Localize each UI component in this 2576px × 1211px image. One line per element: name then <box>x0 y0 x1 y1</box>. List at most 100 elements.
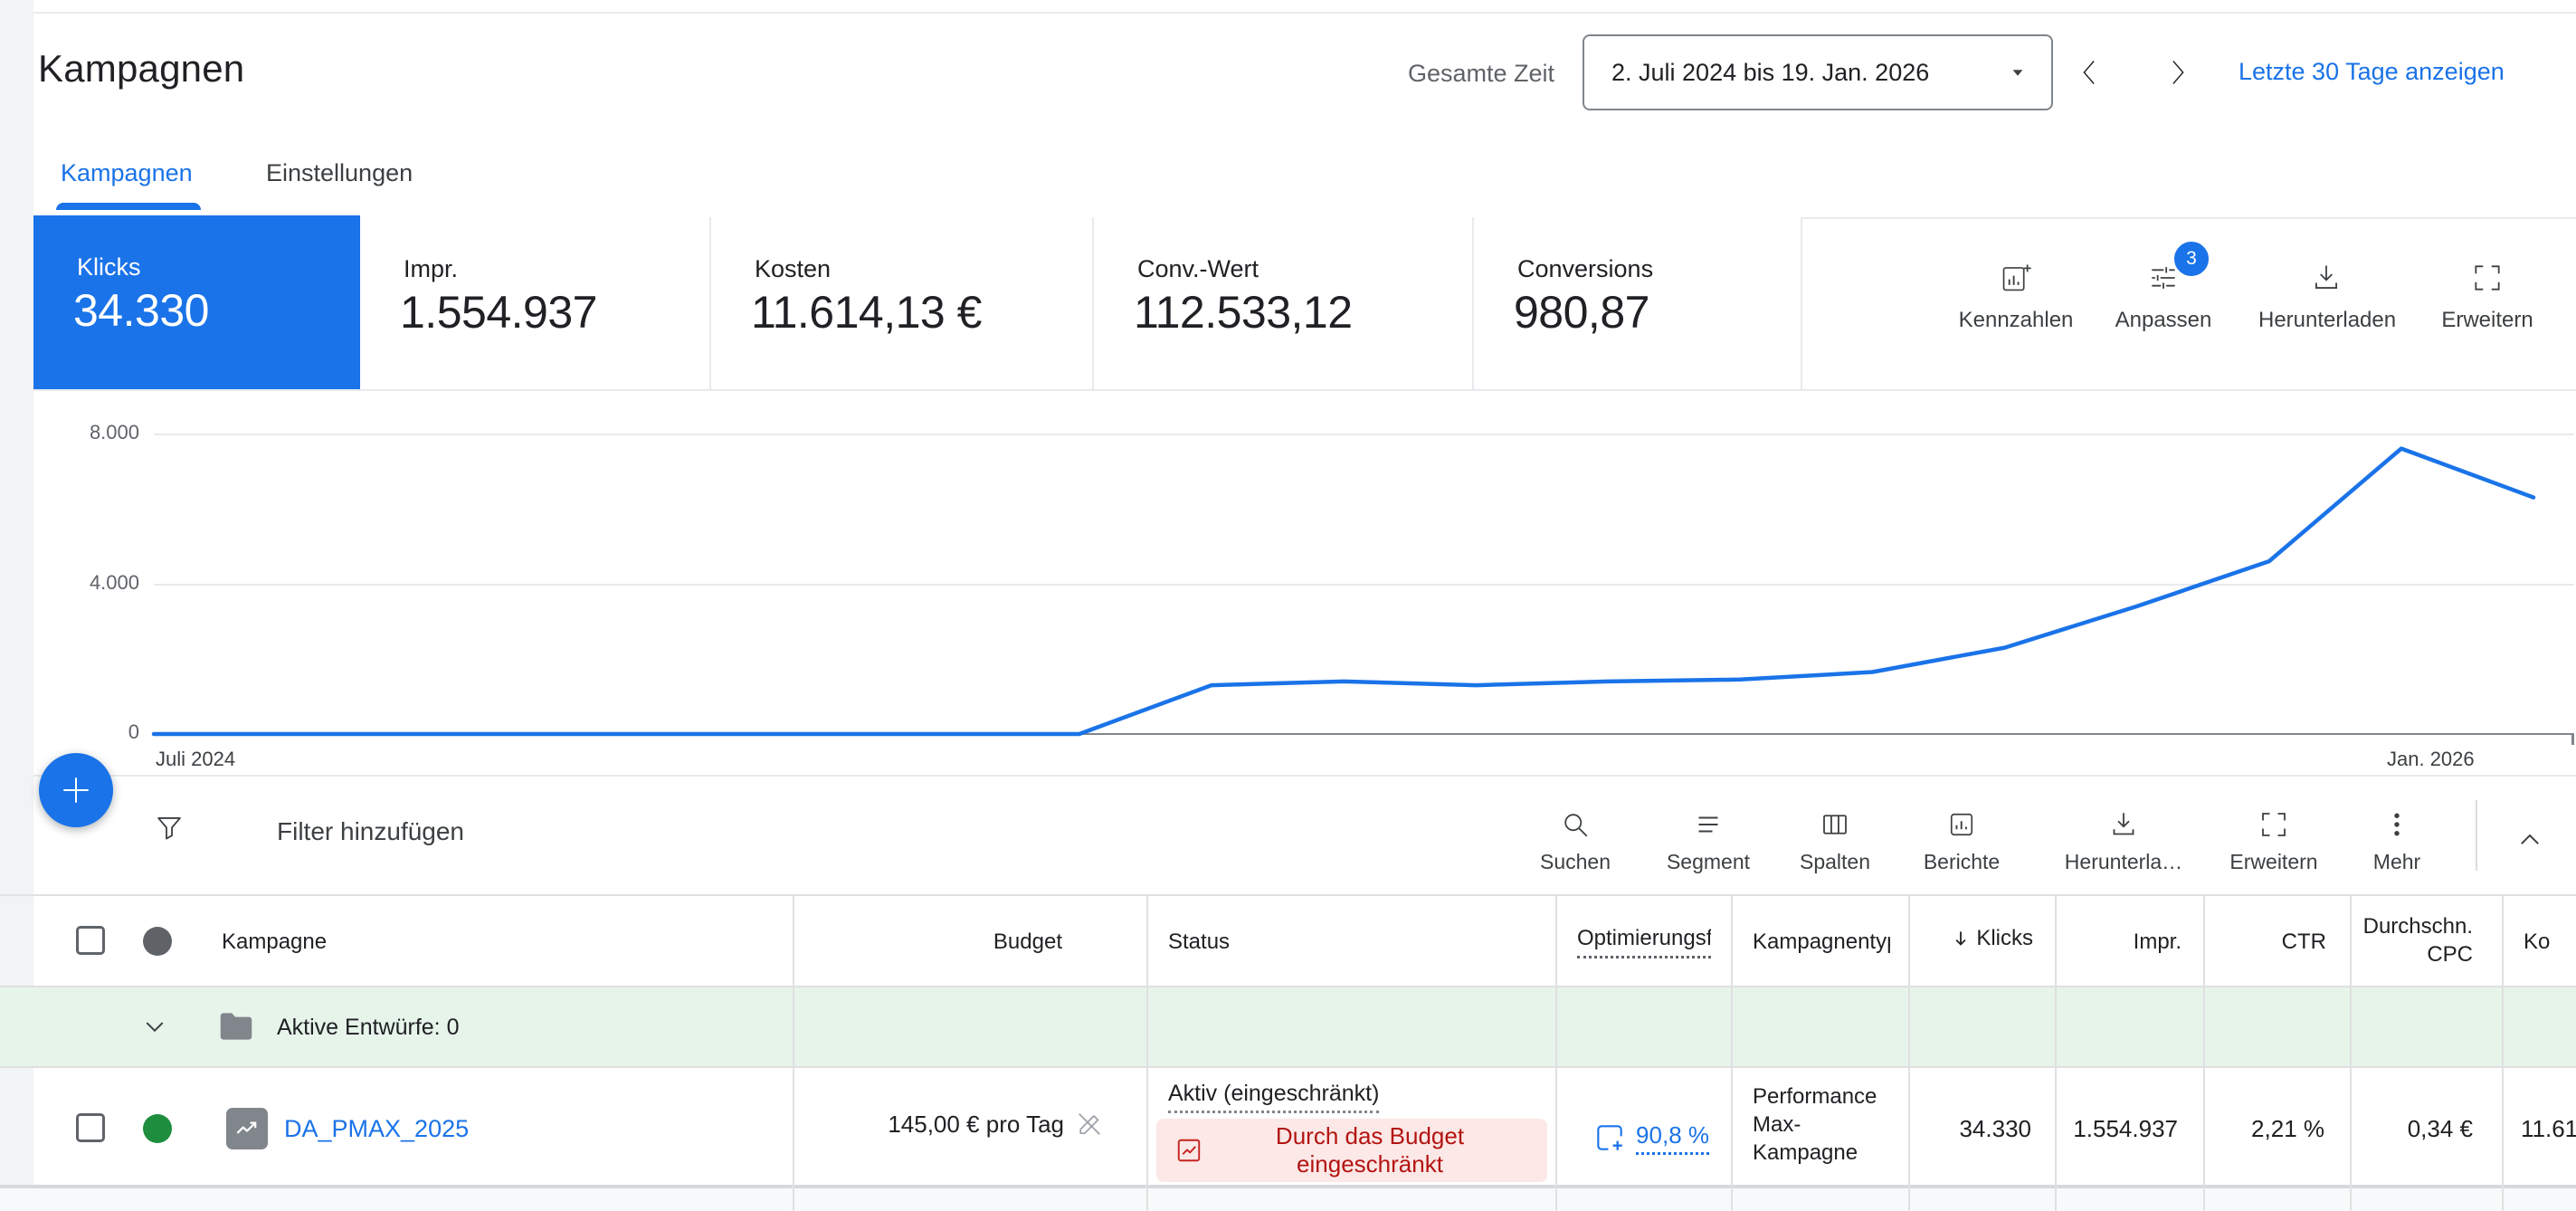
col-divider <box>2502 896 2504 1211</box>
optimization-score-value[interactable]: 90,8 % <box>1636 1121 1709 1155</box>
toolbar-label: Kennzahlen <box>1948 308 2084 333</box>
scorecard-label: Conversions <box>1517 255 1653 283</box>
header-ctr[interactable]: CTR <box>2203 930 2326 955</box>
expand-table-button[interactable]: Erweitern <box>2210 808 2337 874</box>
date-range-dropdown[interactable]: 2. Juli 2024 bis 19. Jan. 2026 <box>1583 34 2053 110</box>
drafts-row[interactable]: Aktive Entwürfe: 0 <box>0 987 2576 1066</box>
header-klicks[interactable]: Klicks <box>1908 926 2033 951</box>
scorecard-kosten[interactable]: Kosten 11.614,13 € <box>711 217 1094 389</box>
campaign-type-cell: Performance Max-Kampagne <box>1753 1082 1888 1167</box>
erweitern-button[interactable]: Erweitern <box>2419 261 2555 333</box>
date-prev-button[interactable] <box>2068 51 2112 94</box>
ctr-cell: 2,21 % <box>2203 1115 2324 1143</box>
optimization-score-cell[interactable]: 90,8 % <box>1555 1120 1709 1155</box>
herunterladen-button[interactable]: Herunterladen <box>2258 261 2394 333</box>
kennzahlen-button[interactable]: Kennzahlen <box>1948 261 2084 333</box>
header-durchschn-cpc[interactable]: Durchschn. CPC <box>2346 912 2473 968</box>
tab-einstellungen[interactable]: Einstellungen <box>266 159 413 187</box>
status-filter-dot[interactable] <box>143 927 172 956</box>
last-30-days-link[interactable]: Letzte 30 Tage anzeigen <box>2239 58 2505 86</box>
col-divider <box>2350 896 2352 1211</box>
anpassen-button[interactable]: Anpassen 3 <box>2096 261 2231 333</box>
active-tab-indicator <box>56 203 201 210</box>
toolbar-label: Erweitern <box>2419 308 2555 333</box>
action-label: Mehr <box>2334 850 2460 874</box>
cards-bottom-border <box>33 389 2576 391</box>
scorecard-conv-wert[interactable]: Conv.-Wert 112.533,12 <box>1094 217 1474 389</box>
budget-cell[interactable]: 145,00 € pro Tag <box>791 1108 1106 1140</box>
chevron-down-icon[interactable] <box>138 1009 172 1044</box>
date-range-value: 2. Juli 2024 bis 19. Jan. 2026 <box>1611 59 1929 87</box>
header-kampagne[interactable]: Kampagne <box>222 930 327 955</box>
date-next-button[interactable] <box>2155 51 2199 94</box>
chevron-up-icon <box>2512 822 2548 858</box>
scorecard-klicks[interactable]: Klicks 34.330 <box>33 215 360 391</box>
download-icon <box>2258 261 2394 295</box>
scorecard-conversions[interactable]: Conversions 980,87 <box>1474 217 1802 389</box>
plus-icon <box>56 770 96 810</box>
scorecard-value: 112.533,12 <box>1134 286 1353 339</box>
campaigns-page: Kampagnen Gesamte Zeit 2. Juli 2024 bis … <box>0 0 2576 1211</box>
scorecard-impr[interactable]: Impr. 1.554.937 <box>360 217 711 389</box>
reports-button[interactable]: Berichte <box>1898 808 2025 874</box>
apply-recommendations-icon <box>1592 1120 1627 1155</box>
avg-cpc-cell: 0,34 € <box>2350 1115 2473 1143</box>
budget-value: 145,00 € pro Tag <box>888 1111 1064 1139</box>
header-label: Klicks <box>1976 926 2033 951</box>
expand-icon <box>2210 808 2337 841</box>
download-icon <box>2051 808 2196 841</box>
action-label: Suchen <box>1512 850 1639 874</box>
x-label-start: Juli 2024 <box>156 748 235 771</box>
campaign-status-dot-active[interactable] <box>143 1114 172 1143</box>
toolbar-label: Herunterladen <box>2258 308 2394 333</box>
header-kampagnentyp[interactable]: Kampagnentyp <box>1753 930 1890 955</box>
scorecard-label: Klicks <box>77 253 141 281</box>
toolbar-label: Anpassen <box>2096 308 2231 333</box>
segment-icon <box>1645 808 1772 841</box>
col-divider <box>1908 896 1910 1211</box>
columns-button[interactable]: Spalten <box>1772 808 1898 874</box>
scorecard-value: 1.554.937 <box>400 286 597 339</box>
action-label: Erweitern <box>2210 850 2337 874</box>
add-campaign-button[interactable] <box>39 753 113 827</box>
search-button[interactable]: Suchen <box>1512 808 1639 874</box>
collapse-table-button[interactable] <box>2512 822 2548 858</box>
toolbar-divider <box>2476 800 2477 871</box>
anpassen-badge: 3 <box>2172 239 2211 279</box>
header-optimierungsfaktor[interactable]: Optimierungsfa <box>1577 926 1711 958</box>
filter-icon[interactable] <box>152 811 186 845</box>
table-top-border <box>0 894 2576 896</box>
col-divider <box>1146 896 1148 1211</box>
budget-limited-badge[interactable]: Durch das Budget eingeschränkt <box>1156 1119 1547 1182</box>
header-kosten[interactable]: Ko <box>2524 930 2550 955</box>
tab-kampagnen[interactable]: Kampagnen <box>61 159 193 187</box>
header-budget[interactable]: Budget <box>805 930 1062 955</box>
date-preset-label: Gesamte Zeit <box>1408 60 1554 88</box>
expand-icon <box>2419 261 2555 295</box>
scorecard-value: 34.330 <box>73 284 209 337</box>
chevron-right-icon <box>2159 54 2195 91</box>
campaign-name-link[interactable]: DA_PMAX_2025 <box>284 1115 469 1143</box>
drafts-row-label: Aktive Entwürfe: 0 <box>277 1015 459 1041</box>
col-divider <box>1731 896 1733 1211</box>
row-checkbox[interactable] <box>76 1113 105 1142</box>
filterbar-top-border <box>33 775 2576 777</box>
download-table-button[interactable]: Herunterla… <box>2051 808 2196 874</box>
select-all-checkbox[interactable] <box>76 926 105 955</box>
add-filter-label[interactable]: Filter hinzufügen <box>277 817 464 846</box>
more-vert-icon <box>2334 808 2460 841</box>
folder-icon <box>215 1006 257 1047</box>
col-divider <box>2203 896 2205 1211</box>
search-icon <box>1512 808 1639 841</box>
edit-budget-disabled-icon <box>1073 1108 1106 1140</box>
col-divider <box>2055 896 2057 1211</box>
more-button[interactable]: Mehr <box>2334 808 2460 874</box>
action-label: Herunterla… <box>2051 850 2196 874</box>
x-label-end: Jan. 2026 <box>2387 748 2475 771</box>
header-impr[interactable]: Impr. <box>2055 930 2182 955</box>
col-divider <box>1555 896 1557 1211</box>
status-text[interactable]: Aktiv (eingeschränkt) <box>1168 1081 1379 1113</box>
summary-row-partial <box>0 1188 2576 1211</box>
header-status[interactable]: Status <box>1168 930 1230 955</box>
segment-button[interactable]: Segment <box>1645 808 1772 874</box>
